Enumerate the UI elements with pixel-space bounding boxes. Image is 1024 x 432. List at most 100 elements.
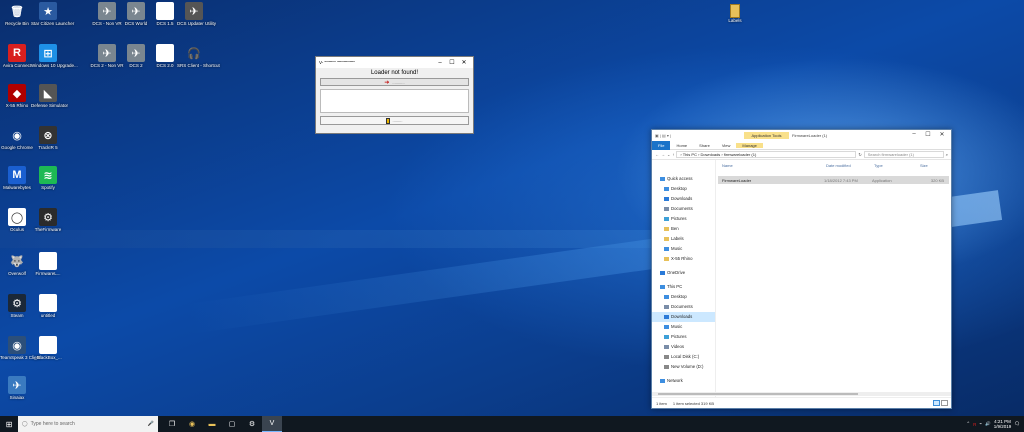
nav-item[interactable]: Documents [652,302,715,312]
oculus-icon[interactable]: ▢ [222,416,242,432]
nav-item[interactable]: Music [652,322,715,332]
nav-item[interactable]: OneDrive [652,268,715,278]
column-size[interactable]: Size [920,163,950,168]
app-icon [156,44,174,62]
nav-item[interactable]: Downloads [652,312,715,322]
scrollbar-thumb[interactable] [658,393,858,395]
search-input[interactable]: Search firmwareloader (1) [863,151,944,158]
desktop-icon-label: Windows 10 Upgrade... [31,63,78,68]
nav-item[interactable]: Pictures [652,214,715,224]
back-icon[interactable]: ← [655,152,659,157]
nav-item[interactable]: New Volume (D:) [652,362,715,372]
dialog-text-area[interactable] [320,89,469,113]
column-date[interactable]: Date modified [826,163,874,168]
quick-access-toolbar[interactable]: ▣ | ▤ ▾ | [655,133,685,138]
minimize-button[interactable]: – [434,60,446,66]
horizontal-scrollbar[interactable] [652,392,951,396]
nav-item[interactable]: Ben [652,224,715,234]
desktop-icon[interactable]: ★ Star Citizen Launcher [31,2,74,26]
desktop-icon[interactable]: ⊞ Windows 10 Upgrade... [31,44,78,68]
steam-icon[interactable]: ⚙ [242,416,262,432]
address-bar[interactable]: › This PC › Downloads › firmwareloader (… [676,151,857,158]
tab-view[interactable]: View [716,143,737,148]
dialog-action-button[interactable]: ➔ ........... [320,78,469,86]
nav-item[interactable]: Desktop [652,292,715,302]
chrome-icon[interactable]: ◉ [182,416,202,432]
app-icon: ◣ [39,84,57,102]
file-explorer-icon[interactable]: ▬ [202,416,222,432]
desktop-icon[interactable]: ⚙ TheFirmware [31,208,65,232]
nav-item[interactable]: Network [652,376,715,386]
column-name[interactable]: Name [722,163,826,168]
desktop-icon[interactable]: M Malwarebytes [0,166,34,190]
nav-item[interactable]: Desktop [652,184,715,194]
desktop-icon[interactable]: ◯ Oculus [0,208,34,232]
desktop-icon[interactable]: ◉ TeamSpeak 3 Client [0,336,40,360]
firmware-loader-taskbar-icon[interactable]: V [262,416,282,432]
application-tools-label: Application Tools [744,132,789,139]
desktop-icon[interactable]: 🎧 SRS Client - Shortcut [177,44,220,69]
tab-manage[interactable]: Manage [736,142,763,148]
status-item-count: 1 item [656,400,667,406]
folder-icon [730,4,740,18]
nav-item[interactable]: Pictures [652,332,715,342]
desktop-icon[interactable]: ◣ Defense Simulator [31,84,68,108]
forward-icon[interactable]: → [661,152,665,157]
nav-item[interactable]: Downloads [652,194,715,204]
desktop-icon[interactable]: ✈ Sinaiax [0,376,34,400]
tab-home[interactable]: Home [670,143,693,148]
explorer-titlebar[interactable]: ▣ | ▤ ▾ | Application Tools FirmwareLoad… [652,130,951,141]
tab-share[interactable]: Share [693,143,716,148]
chevron-down-icon[interactable]: ⌄ [667,152,670,157]
nav-item[interactable]: This PC [652,282,715,292]
nav-item[interactable]: Documents [652,204,715,214]
notifications-icon[interactable]: 🗨 [1014,421,1020,427]
microphone-icon[interactable]: 🎤 [148,421,154,427]
nav-item[interactable]: Local Disk (C:) [652,352,715,362]
desktop-icon[interactable]: untitled [31,294,65,318]
desktop-icon[interactable]: _BlackBox_... [31,336,65,360]
tab-file[interactable]: File [652,140,671,150]
desktop-icon[interactable]: R Avira Connect [0,44,34,68]
desktop-icon[interactable]: ⚙ Steam [0,294,34,318]
desktop-icon[interactable]: 🐺 Overwolf [0,252,34,277]
chevron-up-icon[interactable]: ⌃ [966,421,970,427]
volume-icon[interactable]: 🔊 [985,421,991,427]
search-icon[interactable]: ⌕ [946,152,948,157]
desktop-icon[interactable]: ⊗ TrackIR 5 [31,126,65,150]
desktop-icon[interactable]: ✈ DCS Updater Utility [177,2,216,26]
nav-item[interactable]: Labels [652,234,715,244]
clock[interactable]: 4:21 PM 1/9/2019 [994,419,1012,429]
desktop-icon[interactable]: 🗑 Recycle Bin [0,2,34,27]
dialog-footer-button[interactable]: ......... [320,116,469,125]
close-button[interactable]: ✕ [458,59,470,66]
avira-tray-icon[interactable]: R [973,422,976,427]
desktop-icon[interactable]: FirmwareL... [31,252,65,276]
desktop-icon[interactable]: ◆ X-55 Rhino [0,84,34,108]
app-icon: 🗑 [10,5,24,18]
desktop-icon[interactable]: ≋ Spotify [31,166,65,190]
task-view-icon[interactable]: ❐ [162,416,182,432]
nav-item-label: Documents [671,206,693,211]
refresh-icon[interactable]: ↻ [858,152,861,157]
dialog-titlebar[interactable]: V- ''''''''''''' ''''''''''''''''''''' –… [316,57,473,68]
nav-item[interactable]: Videos [652,342,715,352]
close-button[interactable]: ✕ [935,131,949,138]
up-icon[interactable]: ↑ [672,152,674,157]
details-view-icon[interactable] [933,400,940,406]
minimize-button[interactable]: – [907,131,921,138]
taskbar-search[interactable]: ◯ Type here to search 🎤 [18,416,158,432]
start-button[interactable]: ⊞ [0,416,18,432]
large-icons-view-icon[interactable] [941,400,948,406]
column-type[interactable]: Type [874,163,920,168]
file-row[interactable]: FirmwareLoader 1/18/2012 7:43 PM Applica… [718,176,949,184]
nav-item[interactable]: X-55 Rhino [652,254,715,264]
desktop-icon[interactable]: ◉ Google Chrome [0,126,34,151]
maximize-button[interactable]: ☐ [446,59,458,66]
maximize-button[interactable]: ☐ [921,131,935,138]
network-icon[interactable]: ⌁ [979,421,982,427]
desktop-icon-labels[interactable]: Labels [723,4,747,23]
nav-item[interactable]: Music [652,244,715,254]
nav-item[interactable]: Quick access [652,174,715,184]
app-icon: 🎧 [187,47,201,60]
